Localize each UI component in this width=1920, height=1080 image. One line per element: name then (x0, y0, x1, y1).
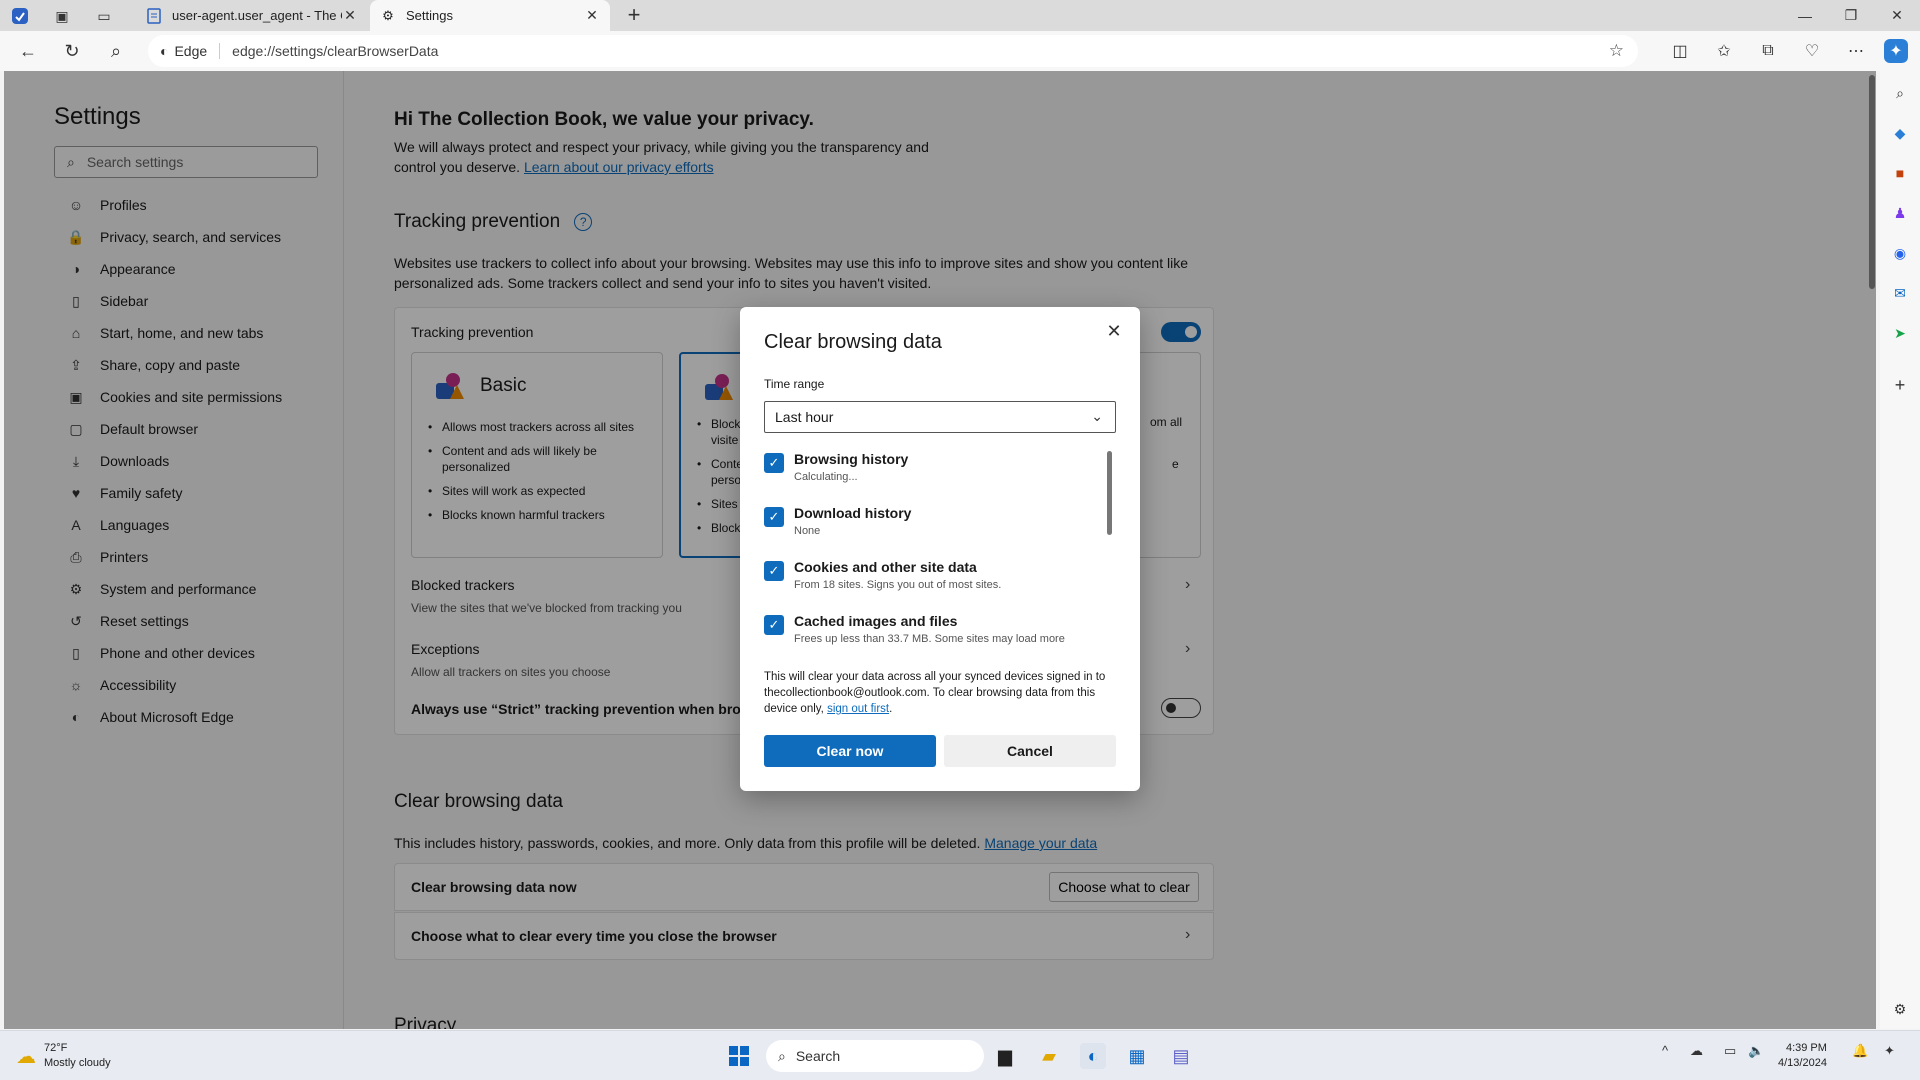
clear-browsing-data-dialog: Clear browsing data ✕ Time range Last ho… (740, 307, 1140, 791)
tab-bar: ▣ ▭ user-agent.user_agent - The Coll ✕ ⚙… (0, 0, 1920, 31)
copilot-icon[interactable]: ✦ (1884, 39, 1908, 63)
tab-user-agent[interactable]: user-agent.user_agent - The Coll ✕ (136, 0, 368, 31)
url-text[interactable]: edge://settings/clearBrowserData (232, 43, 438, 59)
minimize-button[interactable]: — (1782, 0, 1828, 31)
task-view-icon[interactable]: ▆ (992, 1043, 1018, 1069)
edge-icon: ◐ (160, 43, 169, 59)
chevron-up-icon[interactable]: ^ (1662, 1043, 1668, 1058)
teams-icon[interactable]: ▤ (1168, 1043, 1194, 1069)
option-browsing-history[interactable]: ✓ Browsing history Calculating... (764, 449, 1104, 499)
document-icon (146, 7, 162, 24)
monitor-icon[interactable]: ▭ (1724, 1043, 1736, 1059)
gear-icon: ⚙ (382, 7, 394, 23)
tools-icon[interactable]: ■ (1890, 163, 1910, 183)
more-options-icon[interactable]: ⋯ (1844, 39, 1868, 63)
time-range-label: Time range (764, 377, 825, 391)
taskbar-search[interactable]: ⌕ Search (766, 1040, 984, 1072)
clock[interactable]: 4:39 PM 4/13/2024 (1778, 1041, 1827, 1071)
checkbox[interactable]: ✓ (764, 453, 784, 473)
toolbar: ← ↻ ⌕ ◐ Edge edge://settings/clearBrowse… (0, 31, 1920, 71)
start-icon[interactable] (726, 1043, 752, 1069)
favorites-icon[interactable]: ✩ (1712, 39, 1736, 63)
favorite-star-icon[interactable]: ☆ (1609, 41, 1624, 61)
close-icon[interactable]: ✕ (342, 7, 358, 24)
sign-out-link[interactable]: sign out first (827, 703, 889, 715)
option-cookies[interactable]: ✓ Cookies and other site data From 18 si… (764, 557, 1104, 607)
file-explorer-icon[interactable]: ▰ (1036, 1043, 1062, 1069)
clear-now-button[interactable]: Clear now (764, 735, 936, 767)
shopping-icon[interactable]: ◆ (1890, 123, 1910, 143)
checkbox[interactable]: ✓ (764, 561, 784, 581)
workspaces-icon[interactable]: ▣ (52, 6, 72, 26)
browser-essentials-icon[interactable]: ♡ (1800, 39, 1824, 63)
outlook-icon[interactable]: ✉ (1890, 283, 1910, 303)
site-identity[interactable]: ◐ Edge (160, 43, 221, 59)
close-window-button[interactable]: ✕ (1874, 0, 1920, 31)
new-tab-button[interactable]: + (622, 4, 646, 28)
tab-label: Settings (406, 8, 453, 23)
search-icon[interactable]: ⌕ (104, 39, 128, 63)
drop-icon[interactable]: ➤ (1890, 323, 1910, 343)
search-icon[interactable]: ⌕ (1890, 83, 1910, 103)
split-screen-icon[interactable]: ◫ (1668, 39, 1692, 63)
restore-button[interactable]: ❐ (1828, 0, 1874, 31)
copilot-icon[interactable]: ✦ (1884, 1043, 1895, 1059)
back-button[interactable]: ← (16, 39, 40, 63)
taskbar: ☁ 72°F Mostly cloudy ⌕ Search ▆ ▰ ◐ ▦ ▤ … (0, 1030, 1920, 1080)
notification-icon[interactable]: 🔔 (1852, 1043, 1868, 1059)
time-range-select[interactable]: Last hour ⌄ (764, 401, 1116, 433)
tab-settings[interactable]: ⚙ Settings ✕ (370, 0, 610, 31)
add-icon[interactable]: + (1890, 375, 1910, 395)
store-icon[interactable]: ▦ (1124, 1043, 1150, 1069)
volume-icon[interactable]: 🔈 (1748, 1043, 1764, 1059)
edge-icon[interactable]: ◐ (1080, 1043, 1106, 1069)
chevron-down-icon: ⌄ (1091, 408, 1103, 424)
sync-note: This will clear your data across all you… (764, 671, 1106, 715)
cancel-button[interactable]: Cancel (944, 735, 1116, 767)
weather-widget[interactable]: ☁ 72°F Mostly cloudy (16, 1041, 111, 1071)
cloud-icon[interactable]: ☁ (1690, 1043, 1703, 1059)
checkbox[interactable]: ✓ (764, 507, 784, 527)
option-download-history[interactable]: ✓ Download history None (764, 503, 1104, 553)
close-icon[interactable]: ✕ (1102, 319, 1126, 343)
collections-icon[interactable]: ⧉ (1756, 39, 1780, 63)
gear-icon[interactable]: ⚙ (1890, 999, 1910, 1019)
refresh-button[interactable]: ↻ (60, 39, 84, 63)
data-type-list: ✓ Browsing history Calculating... ✓ Down… (764, 449, 1116, 665)
cloud-sun-icon: ☁ (16, 1045, 36, 1068)
search-icon: ⌕ (778, 1047, 786, 1064)
office-icon[interactable]: ◉ (1890, 243, 1910, 263)
dialog-title: Clear browsing data (764, 331, 942, 353)
dialog-scrollbar[interactable] (1107, 451, 1112, 535)
games-icon[interactable]: ♟ (1890, 203, 1910, 223)
close-icon[interactable]: ✕ (584, 7, 600, 24)
tab-actions-icon[interactable]: ▭ (94, 6, 114, 26)
option-cached-images[interactable]: ✓ Cached images and files Frees up less … (764, 611, 1104, 661)
tab-label: user-agent.user_agent - The Coll (172, 8, 342, 23)
address-bar[interactable]: ◐ Edge edge://settings/clearBrowserData … (148, 35, 1638, 67)
checkbox[interactable]: ✓ (764, 615, 784, 635)
profile-icon[interactable] (10, 6, 30, 26)
edge-sidebar: ⌕ ◆ ■ ♟ ◉ ✉ ➤ + ⚙ (1880, 71, 1920, 1029)
